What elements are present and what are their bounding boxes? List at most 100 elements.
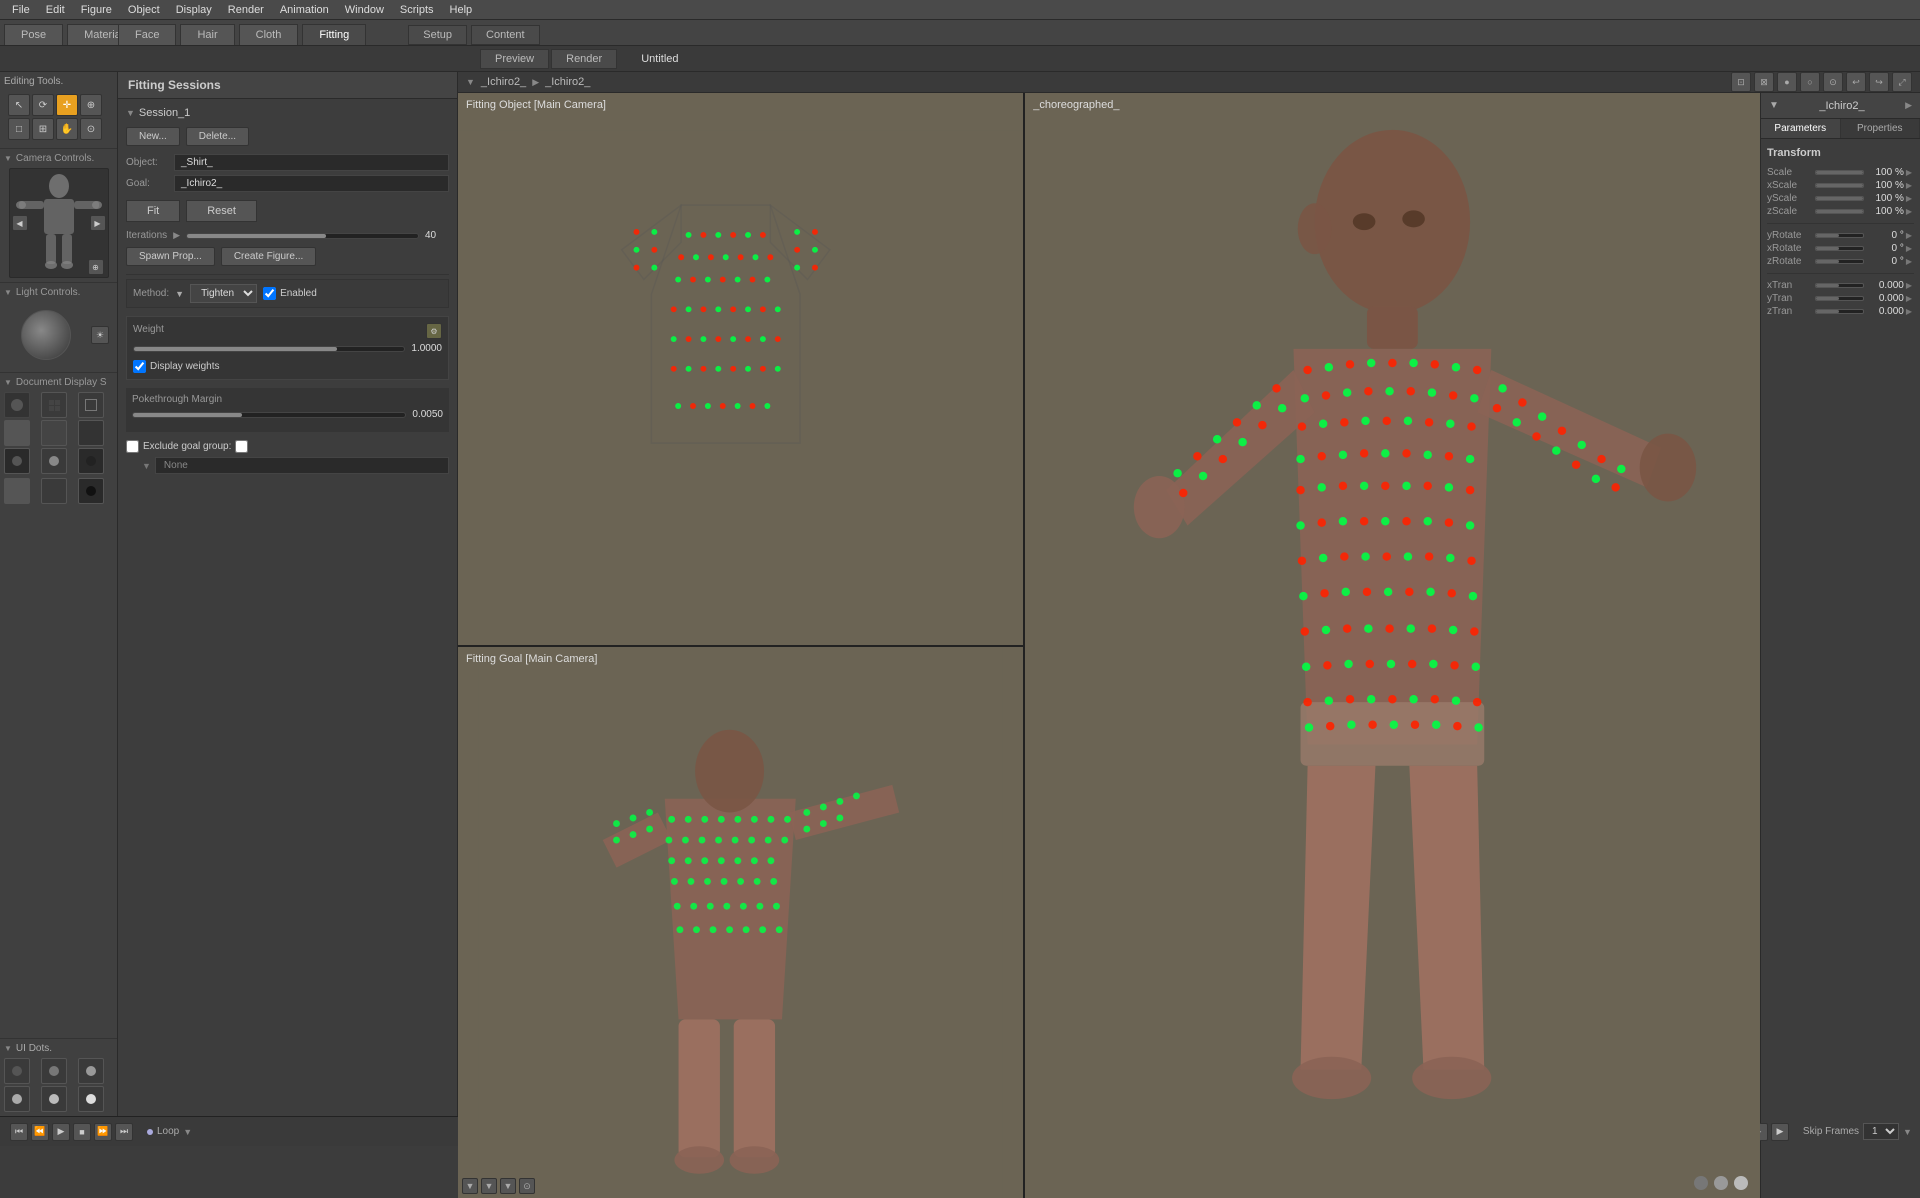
breadcrumb-figure[interactable]: _Ichiro2_ xyxy=(481,76,526,88)
goal-value[interactable]: _Ichiro2_ xyxy=(174,175,449,192)
tab-face[interactable]: Face xyxy=(118,24,176,45)
menu-item-file[interactable]: File xyxy=(4,2,38,18)
menu-item-display[interactable]: Display xyxy=(168,2,220,18)
stop-button[interactable]: ■ xyxy=(73,1123,91,1141)
none-arrow-icon[interactable]: ▼ xyxy=(142,461,151,471)
zscale-arrow[interactable]: ▶ xyxy=(1904,207,1914,216)
menu-item-window[interactable]: Window xyxy=(337,2,392,18)
breadcrumb-arrow-icon[interactable]: ▼ xyxy=(466,77,475,87)
new-button[interactable]: New... xyxy=(126,127,180,146)
ztran-arrow[interactable]: ▶ xyxy=(1904,307,1914,316)
vp-icon-7[interactable]: ↪ xyxy=(1869,72,1889,92)
tool-select[interactable]: ⊞ xyxy=(32,118,54,140)
display-btn-6[interactable] xyxy=(78,420,104,446)
tl-step-fwd[interactable]: ▶ xyxy=(1771,1123,1789,1141)
tool-scale[interactable]: ⊕ xyxy=(80,94,102,116)
display-btn-2[interactable] xyxy=(41,392,67,418)
display-btn-4[interactable] xyxy=(4,420,30,446)
menu-item-edit[interactable]: Edit xyxy=(38,2,73,18)
tab-parameters[interactable]: Parameters xyxy=(1761,119,1841,138)
iterations-arrow[interactable]: ▶ xyxy=(173,230,180,241)
display-btn-12[interactable] xyxy=(78,478,104,504)
delete-button[interactable]: Delete... xyxy=(186,127,249,146)
tool-rotate[interactable]: ⟳ xyxy=(32,94,54,116)
right-panel-arrow[interactable]: ▶ xyxy=(1905,100,1912,111)
dot-1[interactable] xyxy=(4,1058,30,1084)
tab-cloth[interactable]: Cloth xyxy=(239,24,299,45)
weight-slider[interactable] xyxy=(133,346,405,352)
vp-icon-6[interactable]: ↩ xyxy=(1846,72,1866,92)
vp-icon-3[interactable]: ● xyxy=(1777,72,1797,92)
cam-zoom[interactable]: ⊕ xyxy=(88,259,104,275)
viewport-fitting-object[interactable]: Fitting Object [Main Camera] xyxy=(458,93,1023,647)
display-btn-1[interactable] xyxy=(4,392,30,418)
cam-left[interactable]: ◀ xyxy=(12,215,28,231)
xrotate-slider[interactable] xyxy=(1815,246,1864,251)
display-btn-8[interactable] xyxy=(41,448,67,474)
dot-6[interactable] xyxy=(78,1086,104,1112)
step-forward-button[interactable]: ⏩ xyxy=(94,1123,112,1141)
yscale-arrow[interactable]: ▶ xyxy=(1904,194,1914,203)
zscale-slider[interactable] xyxy=(1815,209,1864,214)
tab-properties[interactable]: Properties xyxy=(1841,119,1920,138)
none-value[interactable]: None xyxy=(155,457,449,474)
exclude-checkbox-2[interactable] xyxy=(235,440,248,453)
display-btn-3[interactable] xyxy=(78,392,104,418)
tool-zoom[interactable]: ⊙ xyxy=(80,118,102,140)
go-to-end-button[interactable]: ⏭ xyxy=(115,1123,133,1141)
reset-button[interactable]: Reset xyxy=(186,200,257,222)
breadcrumb-sub[interactable]: _Ichiro2_ xyxy=(545,76,590,88)
dot-3[interactable] xyxy=(78,1058,104,1084)
method-arrow[interactable]: ▼ xyxy=(175,289,184,299)
menu-item-scripts[interactable]: Scripts xyxy=(392,2,442,18)
yscale-slider[interactable] xyxy=(1815,196,1864,201)
ui-dots-collapse-icon[interactable]: ▼ xyxy=(4,1044,12,1053)
menu-item-object[interactable]: Object xyxy=(120,2,168,18)
loop-dropdown-icon[interactable]: ▼ xyxy=(183,1127,192,1137)
session-collapse-icon[interactable]: ▼ xyxy=(126,108,135,118)
nav-tab-setup[interactable]: Setup xyxy=(408,25,467,45)
xtran-arrow[interactable]: ▶ xyxy=(1904,281,1914,290)
go-to-start-button[interactable]: ⏮ xyxy=(10,1123,28,1141)
tool-move[interactable]: ✛ xyxy=(56,94,78,116)
vp-icon-1[interactable]: ⊡ xyxy=(1731,72,1751,92)
skip-dropdown-icon[interactable]: ▼ xyxy=(1903,1127,1912,1137)
vp-ctrl-4[interactable]: ⊙ xyxy=(519,1178,535,1194)
xscale-slider[interactable] xyxy=(1815,183,1864,188)
display-btn-7[interactable] xyxy=(4,448,30,474)
vp-icon-5[interactable]: ⊙ xyxy=(1823,72,1843,92)
ytran-slider[interactable] xyxy=(1815,296,1864,301)
cam-right[interactable]: ▶ xyxy=(90,215,106,231)
display-btn-11[interactable] xyxy=(41,478,67,504)
display-weights-checkbox[interactable] xyxy=(133,360,146,373)
menu-item-animation[interactable]: Animation xyxy=(272,2,337,18)
viewport-choreographed[interactable]: _choreographed_ xyxy=(1025,93,1760,1198)
yrotate-arrow[interactable]: ▶ xyxy=(1904,231,1914,240)
display-btn-9[interactable] xyxy=(78,448,104,474)
nav-tab-content[interactable]: Content xyxy=(471,25,540,45)
play-button[interactable]: ▶ xyxy=(52,1123,70,1141)
vp-ctrl-2[interactable]: ▼ xyxy=(481,1178,497,1194)
iterations-slider[interactable] xyxy=(186,233,419,239)
ztran-slider[interactable] xyxy=(1815,309,1864,314)
tab-preview[interactable]: Preview xyxy=(480,49,549,69)
xtran-slider[interactable] xyxy=(1815,283,1864,288)
skip-frames-select[interactable]: 1 2 5 xyxy=(1863,1123,1899,1140)
tool-square[interactable]: □ xyxy=(8,118,30,140)
fit-button[interactable]: Fit xyxy=(126,200,180,222)
zrotate-arrow[interactable]: ▶ xyxy=(1904,257,1914,266)
vp-icon-4[interactable]: ○ xyxy=(1800,72,1820,92)
light-ball[interactable] xyxy=(21,310,71,360)
create-figure-button[interactable]: Create Figure... xyxy=(221,247,316,266)
pokethru-slider[interactable] xyxy=(132,412,406,418)
xscale-arrow[interactable]: ▶ xyxy=(1904,181,1914,190)
tab-render[interactable]: Render xyxy=(551,49,617,69)
zrotate-slider[interactable] xyxy=(1815,259,1864,264)
tool-pan[interactable]: ✋ xyxy=(56,118,78,140)
ytran-arrow[interactable]: ▶ xyxy=(1904,294,1914,303)
light-sun-icon[interactable]: ☀ xyxy=(91,326,109,344)
tab-fitting[interactable]: Fitting xyxy=(302,24,366,45)
menu-item-help[interactable]: Help xyxy=(442,2,481,18)
dot-4[interactable] xyxy=(4,1086,30,1112)
dot-2[interactable] xyxy=(41,1058,67,1084)
